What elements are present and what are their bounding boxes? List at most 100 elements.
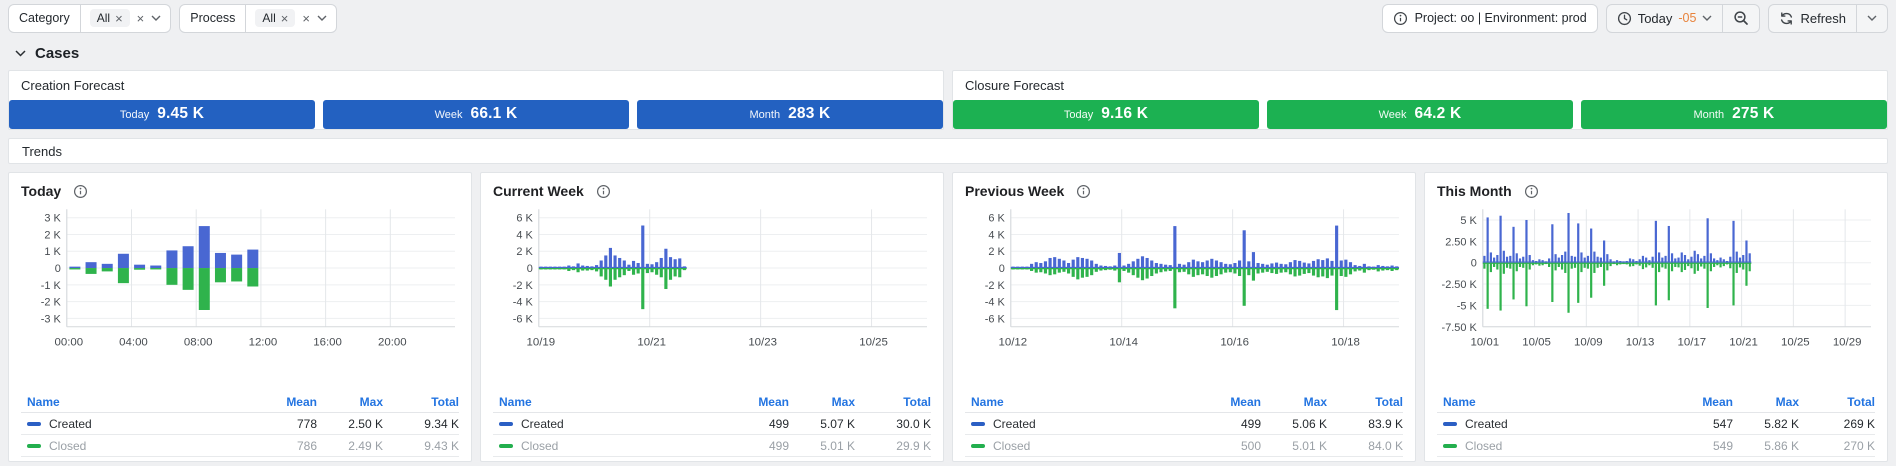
kpi-week[interactable]: Week 64.2 K bbox=[1267, 100, 1573, 129]
process-filter-label: Process bbox=[180, 4, 247, 32]
svg-text:04:00: 04:00 bbox=[119, 337, 148, 349]
max-value: 5.01 K bbox=[1292, 438, 1327, 453]
column-max[interactable]: Max bbox=[1733, 395, 1799, 409]
column-name[interactable]: Name bbox=[965, 395, 1195, 409]
refresh-button[interactable]: Refresh bbox=[1769, 5, 1856, 32]
process-filter-value[interactable]: All × × bbox=[246, 5, 336, 32]
series-name: Created bbox=[1465, 416, 1508, 431]
time-range-button[interactable]: Today -05 bbox=[1607, 5, 1723, 32]
collapse-chevron-icon[interactable] bbox=[15, 49, 26, 57]
total-value: 84.0 K bbox=[1368, 438, 1403, 453]
refresh-options-button[interactable] bbox=[1856, 4, 1887, 32]
column-name[interactable]: Name bbox=[1437, 395, 1667, 409]
svg-text:10/25: 10/25 bbox=[859, 337, 888, 349]
series-name: Created bbox=[993, 416, 1036, 431]
column-mean[interactable]: Mean bbox=[723, 395, 789, 409]
chevron-down-icon[interactable] bbox=[317, 15, 327, 21]
column-max[interactable]: Max bbox=[789, 395, 855, 409]
category-filter[interactable]: Category All × × bbox=[8, 3, 172, 33]
created-swatch bbox=[27, 421, 41, 426]
svg-text:10/29: 10/29 bbox=[1833, 337, 1862, 349]
kpi-value: 283 K bbox=[788, 105, 831, 122]
info-icon[interactable] bbox=[1524, 184, 1539, 199]
svg-text:10/21: 10/21 bbox=[637, 337, 666, 349]
kpi-today[interactable]: Today 9.45 K bbox=[9, 100, 315, 129]
total-value: 83.9 K bbox=[1368, 416, 1403, 431]
column-total[interactable]: Total bbox=[1799, 395, 1875, 409]
info-icon[interactable] bbox=[1076, 184, 1091, 199]
column-max[interactable]: Max bbox=[317, 395, 383, 409]
kpi-month[interactable]: Month 275 K bbox=[1581, 100, 1887, 129]
legend-created[interactable]: Created bbox=[21, 417, 251, 431]
refresh-label: Refresh bbox=[1800, 10, 1846, 26]
remove-chip-icon[interactable]: × bbox=[281, 12, 289, 25]
max-value: 5.07 K bbox=[820, 416, 855, 431]
cases-section-header[interactable]: Cases bbox=[0, 36, 1896, 66]
legend-created[interactable]: Created bbox=[965, 417, 1195, 431]
clear-filter-icon[interactable]: × bbox=[302, 12, 310, 25]
table-row: Closed 499 5.01 K 29.9 K bbox=[493, 435, 931, 457]
series-stats-table: Name Mean Max Total Created 778 2.50 K 9… bbox=[21, 392, 459, 457]
total-value: 270 K bbox=[1843, 438, 1875, 453]
svg-text:12:00: 12:00 bbox=[249, 337, 278, 349]
table-row: Closed 549 5.86 K 270 K bbox=[1437, 435, 1875, 457]
svg-text:10/13: 10/13 bbox=[1626, 337, 1655, 349]
total-value: 9.34 K bbox=[424, 416, 459, 431]
svg-text:10/18: 10/18 bbox=[1331, 337, 1360, 349]
kpi-week[interactable]: Week 66.1 K bbox=[323, 100, 629, 129]
column-total[interactable]: Total bbox=[855, 395, 931, 409]
process-filter[interactable]: Process All × × bbox=[179, 3, 337, 33]
series-name: Created bbox=[49, 416, 92, 431]
legend-created[interactable]: Created bbox=[1437, 417, 1667, 431]
column-name[interactable]: Name bbox=[493, 395, 723, 409]
table-row: Closed 786 2.49 K 9.43 K bbox=[21, 435, 459, 457]
panel-title: Closure Forecast bbox=[965, 78, 1064, 93]
column-mean[interactable]: Mean bbox=[251, 395, 317, 409]
panel-title: Current Week bbox=[493, 183, 584, 199]
mirror-bar-chart: 6 K 4 K 2 K 0 -2 K -4 K -6 K 10/12 10/14 10/16 10/… bbox=[965, 201, 1403, 353]
legend-closed[interactable]: Closed bbox=[965, 439, 1195, 453]
mean-value: 499 bbox=[1240, 416, 1261, 431]
info-icon[interactable] bbox=[596, 184, 611, 199]
svg-text:4 K: 4 K bbox=[988, 229, 1005, 241]
column-mean[interactable]: Mean bbox=[1195, 395, 1261, 409]
svg-text:-6 K: -6 K bbox=[513, 313, 534, 325]
kpi-label: Week bbox=[434, 109, 463, 121]
legend-closed[interactable]: Closed bbox=[21, 439, 251, 453]
svg-text:0: 0 bbox=[1471, 258, 1477, 270]
closed-swatch bbox=[499, 443, 513, 448]
info-icon[interactable] bbox=[73, 184, 88, 199]
category-chip[interactable]: All × bbox=[89, 9, 130, 27]
time-range-label: Today bbox=[1637, 10, 1673, 26]
legend-closed[interactable]: Closed bbox=[493, 439, 723, 453]
closed-swatch bbox=[27, 443, 41, 448]
remove-chip-icon[interactable]: × bbox=[115, 12, 123, 25]
clear-filter-icon[interactable]: × bbox=[137, 12, 145, 25]
zoom-out-button[interactable] bbox=[1722, 4, 1759, 32]
category-filter-value[interactable]: All × × bbox=[81, 5, 171, 32]
mean-value: 499 bbox=[768, 438, 789, 453]
column-total[interactable]: Total bbox=[383, 395, 459, 409]
chevron-down-icon bbox=[1867, 15, 1877, 21]
process-chip[interactable]: All × bbox=[255, 9, 296, 27]
svg-text:16:00: 16:00 bbox=[313, 337, 342, 349]
column-mean[interactable]: Mean bbox=[1667, 395, 1733, 409]
legend-created[interactable]: Created bbox=[493, 417, 723, 431]
created-swatch bbox=[499, 421, 513, 426]
kpi-today[interactable]: Today 9.16 K bbox=[953, 100, 1259, 129]
mean-value: 499 bbox=[768, 416, 789, 431]
column-total[interactable]: Total bbox=[1327, 395, 1403, 409]
column-max[interactable]: Max bbox=[1261, 395, 1327, 409]
mirror-bar-chart: 6 K 4 K 2 K 0 -2 K -4 K -6 K 10/19 10/21 10/23 10/… bbox=[493, 201, 931, 353]
legend-closed[interactable]: Closed bbox=[1437, 439, 1667, 453]
svg-text:20:00: 20:00 bbox=[378, 337, 407, 349]
created-swatch bbox=[971, 421, 985, 426]
project-environment-info: Project: oo | Environment: prod bbox=[1381, 3, 1598, 33]
project-environment-text: Project: oo | Environment: prod bbox=[1414, 11, 1587, 25]
total-value: 9.43 K bbox=[424, 438, 459, 453]
svg-text:10/05: 10/05 bbox=[1522, 337, 1551, 349]
kpi-month[interactable]: Month 283 K bbox=[637, 100, 943, 129]
series-name: Created bbox=[521, 416, 564, 431]
column-name[interactable]: Name bbox=[21, 395, 251, 409]
chevron-down-icon[interactable] bbox=[151, 15, 161, 21]
